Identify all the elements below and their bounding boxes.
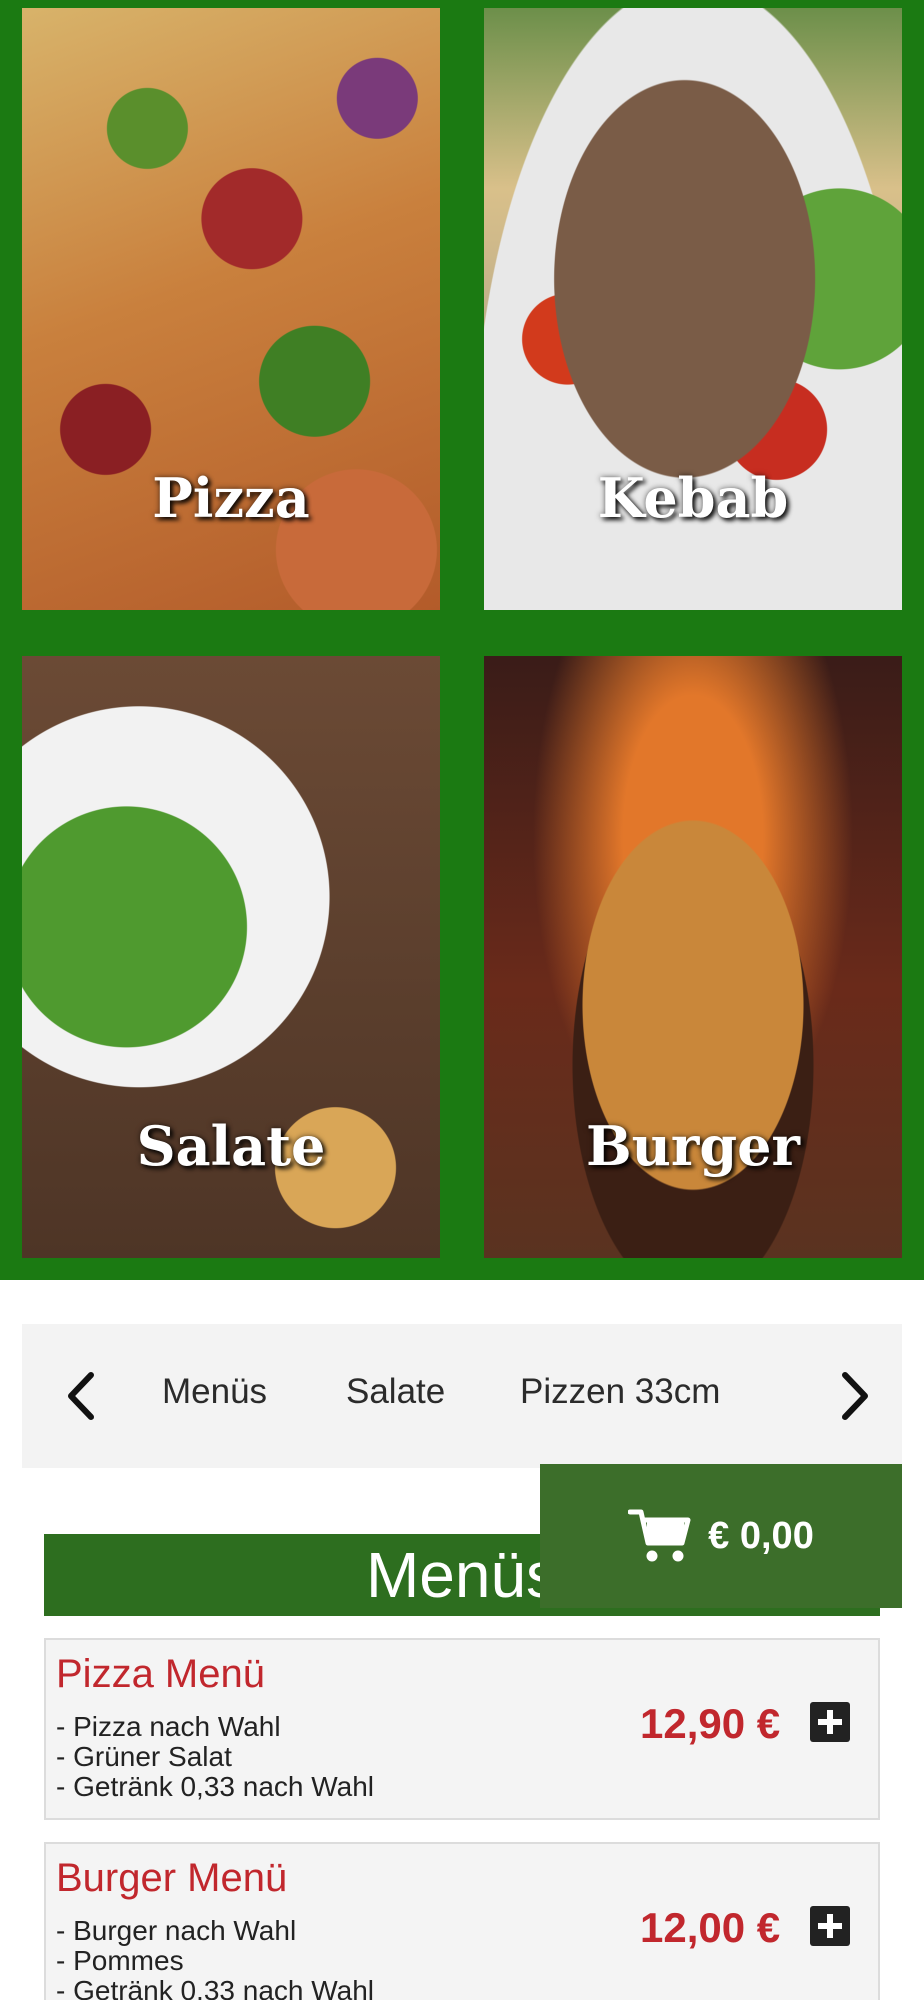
menu-item-line: - Burger nach Wahl [56,1915,297,1946]
add-to-cart-button[interactable] [810,1702,850,1742]
nav-item-pizzen[interactable]: Pizzen 33cm [520,1372,720,1412]
nav-next-button[interactable] [828,1368,884,1424]
category-tile-burger[interactable]: Burger [484,656,902,1258]
nav-item-menus[interactable]: Menüs [162,1372,267,1412]
menu-item-line: - Pizza nach Wahl [56,1711,281,1742]
menu-item: Pizza Menü - Pizza nach Wahl - Grüner Sa… [44,1638,880,1820]
menu-item-name: Pizza Menü [56,1652,265,1696]
category-nav: Menüs Salate Pizzen 33cm [22,1324,902,1468]
menu-item-line: - Pommes [56,1945,184,1976]
menu-item-description: - Pizza nach Wahl - Grüner Salat - Geträ… [56,1712,374,1802]
add-to-cart-button[interactable] [810,1906,850,1946]
chevron-right-icon [842,1372,868,1420]
menu-item-price: 12,90 € [640,1700,781,1747]
menu-item-line: - Getränk 0,33 nach Wahl [56,1771,375,1802]
nav-item-salate[interactable]: Salate [346,1372,445,1412]
menu-item-line: - Grüner Salat [56,1741,232,1772]
category-label-pizza: Pizza [152,466,310,530]
cart-total: € 0,00 [708,1514,814,1557]
category-tile-salate[interactable]: Salate [22,656,440,1258]
menu-item-name: Burger Menü [56,1856,288,1900]
category-tile-kebab[interactable]: Kebab [484,8,902,610]
cart-button[interactable]: € 0,00 [540,1464,902,1608]
menu-item: Burger Menü - Burger nach Wahl - Pommes … [44,1842,880,2000]
menu-item-price: 12,00 € [640,1904,781,1951]
nav-prev-button[interactable] [52,1368,108,1424]
category-grid: Pizza Kebab Salate Burger [0,0,924,1280]
category-label-kebab: Kebab [597,466,789,530]
menu-item-line: - Getränk 0,33 nach Wahl [56,1975,375,2000]
category-tile-pizza[interactable]: Pizza [22,8,440,610]
shopping-cart-icon [628,1509,691,1562]
menu-item-description: - Burger nach Wahl - Pommes - Getränk 0,… [56,1916,374,2000]
category-label-burger: Burger [586,1114,800,1178]
category-label-salate: Salate [136,1114,326,1178]
chevron-left-icon [68,1372,94,1420]
